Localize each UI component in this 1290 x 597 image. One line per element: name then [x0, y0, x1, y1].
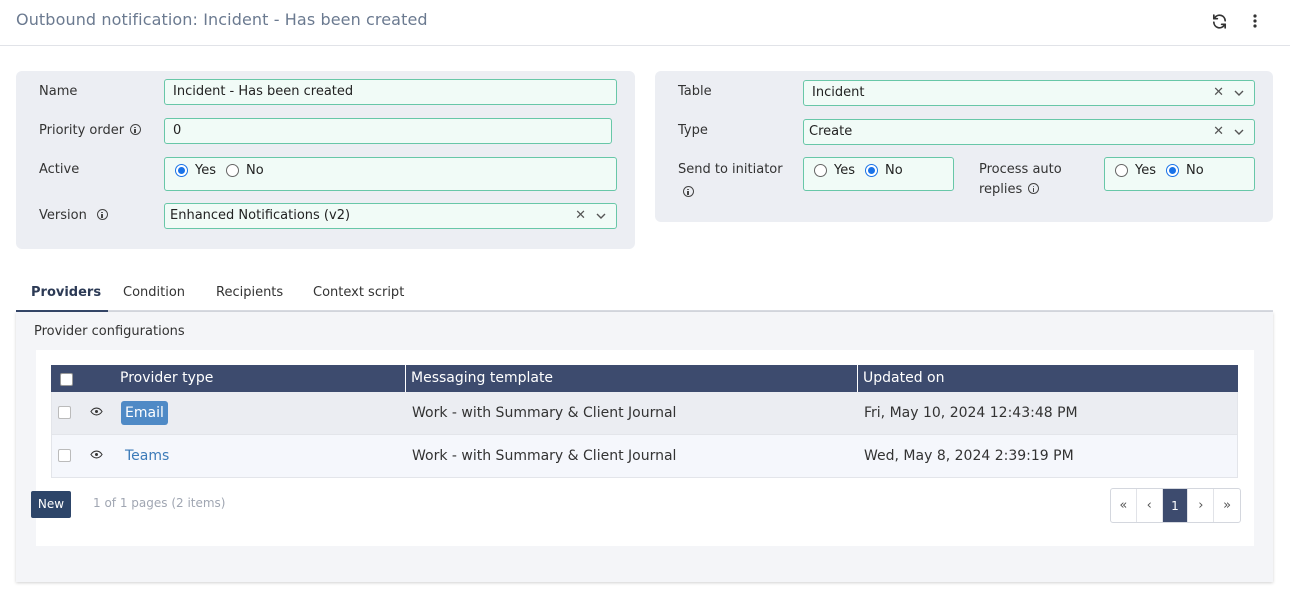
chevron-down-icon[interactable] — [1234, 129, 1244, 136]
provider-type-teams-link[interactable]: Teams — [121, 444, 173, 468]
version-label: Version — [39, 208, 108, 224]
type-select[interactable]: Create ✕ — [803, 119, 1255, 145]
tab-context-script[interactable]: Context script — [313, 285, 404, 300]
active-label: Active — [39, 162, 80, 177]
info-icon[interactable] — [683, 186, 694, 197]
radio-unselected-icon — [226, 164, 239, 177]
next-page-button[interactable]: › — [1188, 489, 1215, 522]
updated-on-cell: Wed, May 8, 2024 2:39:19 PM — [864, 448, 1074, 464]
table-label: Table — [678, 84, 712, 99]
table-row[interactable]: Email Work - with Summary & Client Journ… — [51, 392, 1238, 435]
page-header: Outbound notification: Incident - Has be… — [0, 0, 1290, 46]
messaging-template-cell: Work - with Summary & Client Journal — [412, 448, 677, 464]
row-checkbox[interactable] — [58, 449, 71, 462]
row-checkbox[interactable] — [58, 406, 71, 419]
section-title: Provider configurations — [34, 324, 185, 339]
name-label: Name — [39, 84, 78, 99]
info-icon[interactable] — [130, 124, 142, 135]
radio-selected-icon — [865, 164, 878, 177]
radio-selected-icon — [175, 164, 188, 177]
new-button[interactable]: New — [31, 491, 71, 518]
page-info: 1 of 1 pages (2 items) — [93, 496, 226, 510]
select-all-checkbox[interactable] — [60, 373, 73, 386]
pagination: « ‹ 1 › » — [1110, 488, 1241, 523]
priority-order-label: Priority order — [39, 123, 142, 139]
eye-icon[interactable] — [90, 407, 103, 416]
messaging-template-cell: Work - with Summary & Client Journal — [412, 405, 677, 421]
auto-no-radio[interactable]: No — [1166, 163, 1204, 178]
clear-icon[interactable]: ✕ — [575, 204, 586, 228]
active-yes-radio[interactable]: Yes — [175, 163, 216, 178]
info-icon[interactable] — [1028, 183, 1040, 194]
active-no-radio[interactable]: No — [226, 163, 264, 178]
send-yes-radio[interactable]: Yes — [814, 163, 855, 178]
column-header-provider-type[interactable]: Provider type — [120, 365, 213, 392]
process-auto-replies-label: Process auto — [979, 162, 1062, 177]
last-page-button[interactable]: » — [1214, 489, 1240, 522]
column-header-messaging-template[interactable]: Messaging template — [411, 365, 553, 392]
tab-condition[interactable]: Condition — [123, 285, 185, 300]
prev-page-button[interactable]: ‹ — [1137, 489, 1163, 522]
table-row[interactable]: Teams Work - with Summary & Client Journ… — [51, 435, 1238, 478]
first-page-button[interactable]: « — [1111, 489, 1137, 522]
refresh-icon[interactable] — [1208, 10, 1230, 32]
eye-icon[interactable] — [90, 450, 103, 459]
table-select[interactable]: Incident ✕ — [803, 80, 1255, 106]
tab-providers[interactable]: Providers — [31, 285, 101, 300]
clear-icon[interactable]: ✕ — [1213, 81, 1224, 105]
name-field[interactable]: Incident - Has been created — [164, 79, 617, 105]
info-icon[interactable] — [96, 209, 108, 220]
updated-on-cell: Fri, May 10, 2024 12:43:48 PM — [864, 405, 1078, 421]
tab-bar: Providers Condition Recipients Context s… — [16, 278, 1273, 312]
type-label: Type — [678, 123, 708, 138]
provider-configurations-card: Provider configurations Provider type Me… — [16, 312, 1273, 582]
radio-unselected-icon — [1115, 164, 1128, 177]
chevron-down-icon[interactable] — [1234, 90, 1244, 97]
priority-order-field[interactable]: 0 — [164, 118, 612, 144]
grid-container: Provider type Messaging template Updated… — [36, 350, 1254, 546]
send-to-initiator-label: Send to initiator — [678, 162, 783, 177]
clear-icon[interactable]: ✕ — [1213, 120, 1224, 144]
column-header-updated-on[interactable]: Updated on — [863, 365, 944, 392]
send-no-radio[interactable]: No — [865, 163, 903, 178]
tab-recipients[interactable]: Recipients — [216, 285, 283, 300]
chevron-down-icon[interactable] — [596, 213, 606, 220]
radio-unselected-icon — [814, 164, 827, 177]
provider-type-email-link[interactable]: Email — [121, 401, 168, 425]
radio-selected-icon — [1166, 164, 1179, 177]
grid-header: Provider type Messaging template Updated… — [51, 365, 1238, 392]
page-1-button[interactable]: 1 — [1162, 489, 1189, 522]
page-title: Outbound notification: Incident - Has be… — [16, 10, 428, 29]
version-select[interactable]: Enhanced Notifications (v2) ✕ — [164, 203, 617, 229]
more-vertical-icon[interactable] — [1244, 10, 1266, 32]
process-auto-replies-label-line2: replies — [979, 182, 1040, 198]
auto-yes-radio[interactable]: Yes — [1115, 163, 1156, 178]
